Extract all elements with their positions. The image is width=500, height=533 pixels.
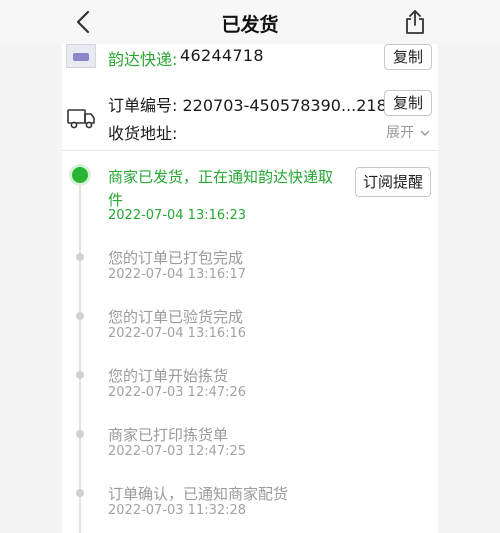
nav-bar: 已发货 <box>0 0 500 44</box>
event-text-current-line1: 商家已发货，正在通知韵达快递取 <box>108 168 334 186</box>
truck-icon <box>67 109 95 129</box>
event-text: 商家已打印拣货单 <box>108 426 229 444</box>
address-label: 收货地址: <box>108 124 178 143</box>
event-time: 2022-07-03 12:47:26 <box>108 385 247 400</box>
expand-label: 展开 <box>386 125 414 141</box>
event-text: 您的订单已验货完成 <box>108 308 244 326</box>
timeline-dot <box>76 430 84 438</box>
left-margin <box>0 0 62 533</box>
order-number-line: 订单编号: 220703-450578390...2182 <box>108 92 397 116</box>
event-time: 2022-07-04 13:16:16 <box>108 326 247 341</box>
copy-tracking-button[interactable]: 复制 <box>384 44 432 70</box>
copy-order-number-button[interactable]: 复制 <box>384 90 432 116</box>
timeline-track <box>79 176 81 533</box>
subscribe-button[interactable]: 订阅提醒 <box>355 167 431 197</box>
tracking-number: 46244718 <box>180 46 264 65</box>
event-time: 2022-07-03 12:47:25 <box>108 444 247 459</box>
order-number: 220703-450578390...2182 <box>182 96 397 115</box>
timeline-dot <box>76 312 84 320</box>
timeline-dot <box>76 489 84 497</box>
right-margin <box>438 0 500 533</box>
timeline-dot <box>76 371 84 379</box>
event-time: 2022-07-04 13:16:17 <box>108 267 247 282</box>
order-number-label: 订单编号: <box>108 96 178 115</box>
carrier-label: 韵达快递: <box>108 50 178 69</box>
expand-address-link[interactable]: 展开 <box>386 122 430 142</box>
event-text: 订单确认，已通知商家配货 <box>108 485 289 503</box>
timeline-dot-current <box>72 167 88 183</box>
tracking-row: 韵达快递: 46244718 <box>62 42 438 72</box>
page-background <box>0 0 500 533</box>
event-text: 您的订单已打包完成 <box>108 249 244 267</box>
address-line: 收货地址: <box>108 120 177 144</box>
product-thumbnail <box>66 44 96 68</box>
order-info: 订单编号: 220703-450578390...2182 收货地址: <box>62 84 438 144</box>
timeline-dot <box>76 253 84 261</box>
event-time-current: 2022-07-04 13:16:23 <box>108 208 247 223</box>
event-time: 2022-07-03 11:32:28 <box>108 503 247 518</box>
section-divider <box>62 150 438 151</box>
chevron-down-icon <box>420 130 430 136</box>
event-text: 您的订单开始拣货 <box>108 367 229 385</box>
event-text-current-line2: 件 <box>108 191 124 209</box>
share-icon[interactable] <box>403 8 427 36</box>
